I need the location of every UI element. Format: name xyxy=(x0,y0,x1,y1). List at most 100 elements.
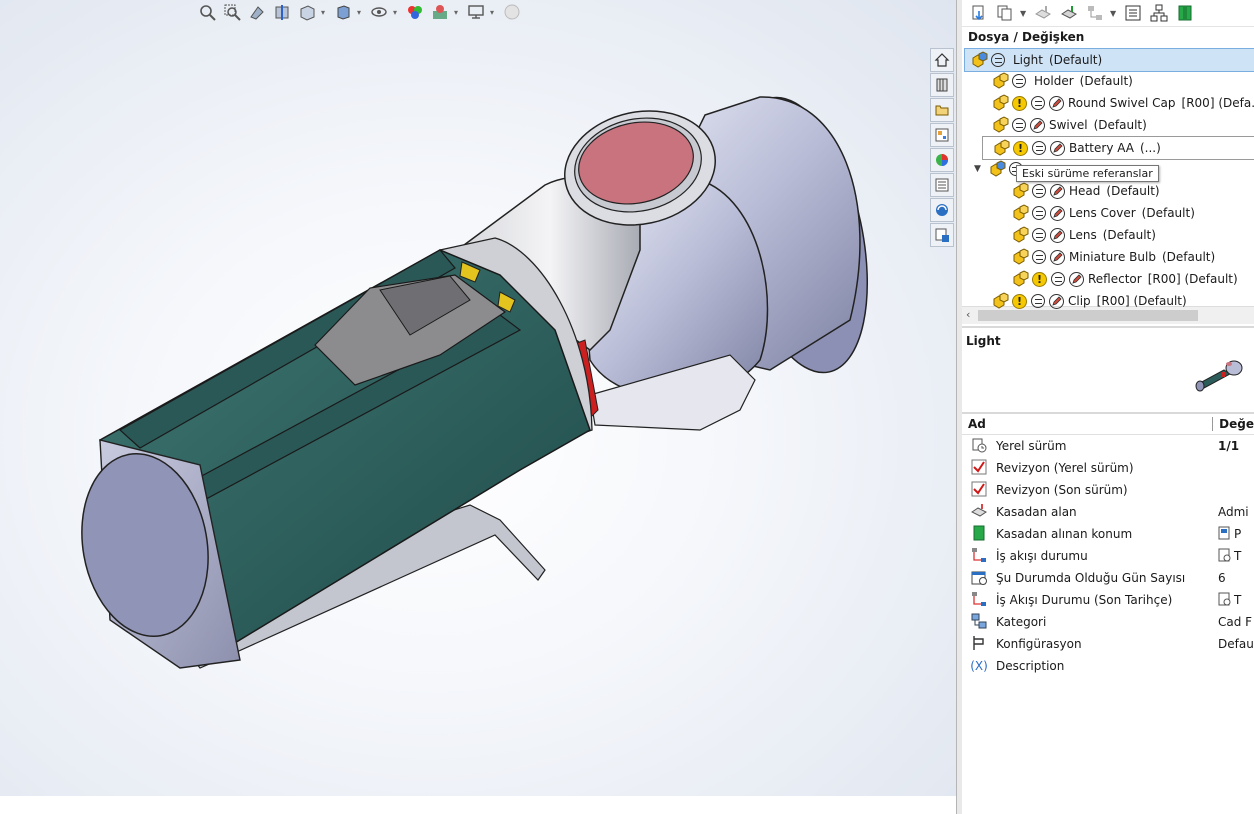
tree-item-round-swivel-cap[interactable]: ! Round Swivel Cap [R00] (Defa... xyxy=(992,92,1254,114)
chevron-down-icon[interactable]: ▾ xyxy=(454,2,462,22)
tree-item-head[interactable]: Head (Default) xyxy=(1012,180,1160,202)
appearances-icon[interactable] xyxy=(930,148,954,172)
chevron-down-icon[interactable]: ▾ xyxy=(490,2,498,22)
get-version-icon[interactable] xyxy=(994,2,1016,24)
variable-value: P xyxy=(1234,527,1242,541)
display-style-icon[interactable] xyxy=(332,2,354,22)
view-orientation-icon[interactable] xyxy=(296,2,318,22)
graphics-viewport[interactable]: ▾ ▾ ▾ ▾ ▾ xyxy=(0,0,956,796)
status-equal-icon xyxy=(1051,272,1065,286)
checked-out-pencil-icon xyxy=(1050,249,1065,265)
zoom-to-fit-icon[interactable] xyxy=(196,2,218,22)
tree-item-config: (Default) xyxy=(1106,184,1160,198)
design-library-icon[interactable] xyxy=(930,73,954,97)
status-equal-icon xyxy=(991,53,1005,67)
previous-view-icon[interactable] xyxy=(246,2,268,22)
variable-row[interactable]: Kasadan alınan konum P xyxy=(962,523,1254,545)
variable-value: Defau xyxy=(1218,637,1254,651)
warning-icon: ! xyxy=(1012,95,1027,111)
tree-item-reflector[interactable]: ! Reflector [R00] (Default) xyxy=(1012,268,1238,290)
tree-item-config: (Default) xyxy=(1161,250,1216,264)
hide-show-items-icon[interactable] xyxy=(368,2,390,22)
details-view-icon[interactable] xyxy=(1122,2,1144,24)
view-settings-icon[interactable] xyxy=(465,2,487,22)
tree-item-name: Head xyxy=(1069,184,1101,198)
tree-item-config: [R00] (Default) xyxy=(1096,294,1187,308)
home-icon[interactable] xyxy=(930,48,954,72)
chevron-down-icon[interactable]: ▾ xyxy=(357,2,365,22)
status-equal-icon xyxy=(1032,141,1046,155)
file-explorer-icon[interactable] xyxy=(930,98,954,122)
variable-row[interactable]: Şu Durumda Olduğu Gün Sayısı 6 xyxy=(962,567,1254,589)
tree-item-light[interactable]: Light (Default) xyxy=(964,48,1254,72)
workflow-icon xyxy=(971,547,987,566)
chevron-down-icon[interactable]: ▼ xyxy=(1020,9,1028,18)
zoom-area-icon[interactable] xyxy=(221,2,243,22)
get-latest-icon[interactable] xyxy=(968,2,990,24)
tree-item-name: Reflector xyxy=(1088,272,1142,286)
state-value-icon xyxy=(1218,592,1232,609)
calendar-icon xyxy=(971,569,987,588)
part-icon xyxy=(993,139,1011,157)
status-equal-icon xyxy=(1012,74,1026,88)
variable-value: T xyxy=(1234,593,1242,607)
variable-row[interactable]: Revizyon (Son sürüm) xyxy=(962,479,1254,501)
apply-scene-icon[interactable] xyxy=(429,2,451,22)
assembly-icon xyxy=(989,160,1007,178)
state-value-icon xyxy=(1218,548,1232,565)
variables-pane: Ad Değe Yerel sürüm 1/1 Revizyon (Yerel … xyxy=(962,412,1254,814)
variable-row[interactable]: Kasadan alan Admi xyxy=(962,501,1254,523)
tree-item-clip[interactable]: ! Clip [R00] (Default) xyxy=(992,290,1187,312)
tree-item-lens[interactable]: Lens (Default) xyxy=(1012,224,1156,246)
checked-out-pencil-icon xyxy=(1030,117,1045,133)
tree-item-holder[interactable]: Holder (Default) xyxy=(992,70,1133,92)
preview-thumbnail xyxy=(1195,360,1243,392)
flashlight-model[interactable] xyxy=(0,0,956,796)
variable-row[interactable]: Yerel sürüm 1/1 xyxy=(962,435,1254,457)
part-icon xyxy=(1012,226,1030,244)
chevron-down-icon[interactable]: ▾ xyxy=(393,2,401,22)
preview-title: Light xyxy=(966,334,1001,348)
checkout-user-icon xyxy=(971,503,987,522)
chevron-down-icon[interactable]: ▼ xyxy=(1110,9,1118,18)
check-in-icon[interactable] xyxy=(1058,2,1080,24)
variable-row[interactable]: Kategori Cad F xyxy=(962,611,1254,633)
variable-row[interactable]: İş akışı durumu T xyxy=(962,545,1254,567)
part-icon xyxy=(992,292,1010,310)
variable-value: T xyxy=(1234,549,1242,563)
change-state-icon[interactable] xyxy=(1084,2,1106,24)
variable-row[interactable]: Konfigürasyon Defau xyxy=(962,633,1254,655)
variable-row[interactable]: Revizyon (Yerel sürüm) xyxy=(962,457,1254,479)
value-column-header[interactable]: Değe xyxy=(1212,417,1254,431)
checked-out-pencil-icon xyxy=(1049,293,1064,309)
task-pane-tabs xyxy=(930,48,954,247)
chevron-down-icon[interactable]: ▾ xyxy=(321,2,329,22)
pdm-properties-icon[interactable] xyxy=(930,223,954,247)
workflow-icon xyxy=(971,591,987,610)
tree-item-miniature-bulb[interactable]: Miniature Bulb (Default) xyxy=(1012,246,1215,268)
pdm-vault-icon[interactable] xyxy=(930,198,954,222)
tree-view-icon[interactable] xyxy=(1148,2,1170,24)
section-view-icon[interactable] xyxy=(271,2,293,22)
custom-properties-icon[interactable] xyxy=(930,173,954,197)
edit-appearance-icon[interactable] xyxy=(404,2,426,22)
collapse-arrow-icon[interactable]: ▼ xyxy=(974,164,981,174)
local-version-icon xyxy=(971,437,987,456)
realview-icon[interactable] xyxy=(501,2,523,22)
variable-row[interactable]: (X) Description xyxy=(962,655,1254,677)
tree-item-battery-aa[interactable]: ! Battery AA (...) xyxy=(982,136,1254,160)
checked-out-pencil-icon xyxy=(1050,183,1065,199)
variable-value: 6 xyxy=(1218,571,1226,585)
tree-item-lens-cover[interactable]: Lens Cover (Default) xyxy=(1012,202,1195,224)
checked-out-pencil-icon xyxy=(1050,227,1065,243)
name-column-header[interactable]: Ad xyxy=(962,414,1212,434)
tree-item-name: Lens Cover xyxy=(1069,206,1136,220)
part-icon xyxy=(1012,204,1030,222)
check-out-icon[interactable] xyxy=(1032,2,1054,24)
tooltip: Eski sürüme referanslar xyxy=(1016,165,1159,182)
tree-item-swivel[interactable]: Swivel (Default) xyxy=(992,114,1147,136)
tree-item-name: Round Swivel Cap xyxy=(1068,96,1176,110)
vault-view-icon[interactable] xyxy=(1174,2,1196,24)
variable-row[interactable]: İş Akışı Durumu (Son Tarihçe) T xyxy=(962,589,1254,611)
view-palette-icon[interactable] xyxy=(930,123,954,147)
